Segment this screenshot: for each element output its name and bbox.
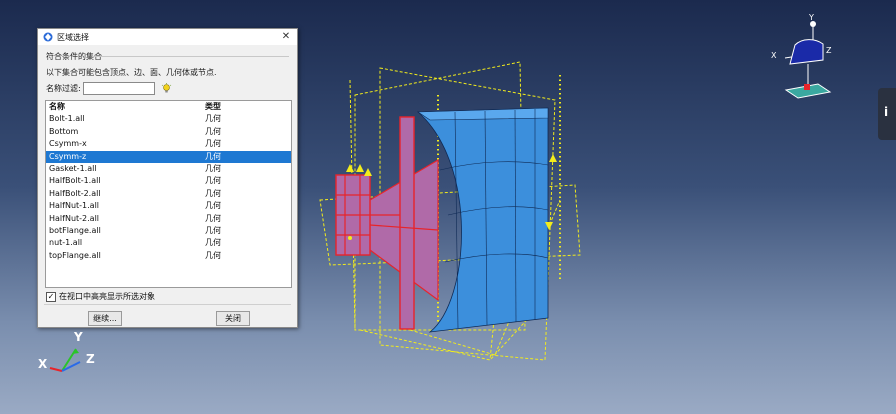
set-type: 几何 xyxy=(205,225,221,235)
view-cube-triad[interactable] xyxy=(784,21,832,99)
set-type: 几何 xyxy=(205,213,221,223)
close-button[interactable]: 关闭 xyxy=(216,311,250,326)
filter-bulb-icon[interactable] xyxy=(161,83,172,94)
list-item[interactable]: botFlange.all 几何 xyxy=(46,225,291,237)
set-type: 几何 xyxy=(205,163,221,173)
column-header-type[interactable]: 类型 xyxy=(205,101,265,113)
set-type: 几何 xyxy=(205,114,221,124)
triad-top-z-label: Z xyxy=(826,46,832,55)
side-info-tab[interactable]: i xyxy=(878,88,896,140)
group-divider xyxy=(92,56,289,57)
triad-bottom-x-label: X xyxy=(38,357,48,371)
set-type: 几何 xyxy=(205,151,221,161)
flange[interactable] xyxy=(335,116,439,330)
highlight-option[interactable]: ✓ 在视口中高亮显示所选对象 xyxy=(46,291,155,302)
highlight-checkbox[interactable]: ✓ xyxy=(46,291,56,302)
set-name: topFlange.all xyxy=(49,250,101,260)
list-item[interactable]: HalfBolt-2.all 几何 xyxy=(46,188,291,200)
set-name: botFlange.all xyxy=(49,225,101,235)
set-name: HalfBolt-2.all xyxy=(49,188,101,198)
set-name: Gasket-1.all xyxy=(49,163,97,173)
close-icon[interactable]: ✕ xyxy=(279,30,293,44)
list-item[interactable]: nut-1.all 几何 xyxy=(46,237,291,249)
info-icon: i xyxy=(884,105,889,119)
description-text: 以下集合可能包含顶点、边、面、几何体或节点. xyxy=(46,68,217,77)
filter-label: 名称过滤: xyxy=(46,84,81,93)
list-header: 名称 类型 xyxy=(46,101,291,113)
list-item[interactable]: Bolt-1.all 几何 xyxy=(46,113,291,125)
set-type: 几何 xyxy=(205,139,221,149)
set-type: 几何 xyxy=(205,176,221,186)
set-type: 几何 xyxy=(205,126,221,136)
list-item[interactable]: HalfNut-1.all 几何 xyxy=(46,200,291,212)
region-selection-dialog: 区域选择 ✕ 符合条件的集合 以下集合可能包含顶点、边、面、几何体或节点. 名称… xyxy=(37,28,298,328)
list-item[interactable]: topFlange.all 几何 xyxy=(46,250,291,262)
set-name: Bolt-1.all xyxy=(49,114,85,124)
set-name: HalfNut-1.all xyxy=(49,201,100,211)
coordinate-triad xyxy=(49,348,81,372)
set-type: 几何 xyxy=(205,250,221,260)
set-name: Csymm-z xyxy=(49,151,87,161)
triad-bottom-y-label: Y xyxy=(74,330,83,344)
triad-top-y-label: Y xyxy=(809,13,814,22)
button-divider xyxy=(44,304,291,305)
continue-button[interactable]: 继续... xyxy=(88,311,122,326)
dialog-app-icon xyxy=(43,32,53,42)
filter-input[interactable] xyxy=(82,82,155,95)
triad-top-x-label: X xyxy=(771,51,777,60)
set-type: 几何 xyxy=(205,201,221,211)
list-item[interactable]: HalfNut-2.all 几何 xyxy=(46,213,291,225)
set-name: nut-1.all xyxy=(49,238,83,248)
set-name: Bottom xyxy=(49,126,79,136)
set-type: 几何 xyxy=(205,188,221,198)
dialog-titlebar[interactable]: 区域选择 ✕ xyxy=(38,29,297,45)
list-item[interactable]: HalfBolt-1.all 几何 xyxy=(46,175,291,187)
list-item[interactable]: Csymm-x 几何 xyxy=(46,138,291,150)
list-item[interactable]: Csymm-z 几何 xyxy=(46,150,291,163)
set-name: Csymm-x xyxy=(49,139,87,149)
column-header-name[interactable]: 名称 xyxy=(49,101,205,113)
triad-bottom-z-label: Z xyxy=(86,352,95,366)
list-item[interactable]: Bottom 几何 xyxy=(46,126,291,138)
filter-row: 名称过滤: xyxy=(46,82,172,95)
set-name: HalfBolt-1.all xyxy=(49,176,101,186)
set-type: 几何 xyxy=(205,238,221,248)
list-item[interactable]: Gasket-1.all 几何 xyxy=(46,163,291,175)
set-list[interactable]: 名称 类型 Bolt-1.all 几何 Bottom 几何 Csymm-x 几何 Csymm… xyxy=(45,100,292,288)
set-name: HalfNut-2.all xyxy=(49,213,100,223)
highlight-label: 在视口中高亮显示所选对象 xyxy=(59,292,155,301)
dialog-title: 区域选择 xyxy=(57,32,89,42)
